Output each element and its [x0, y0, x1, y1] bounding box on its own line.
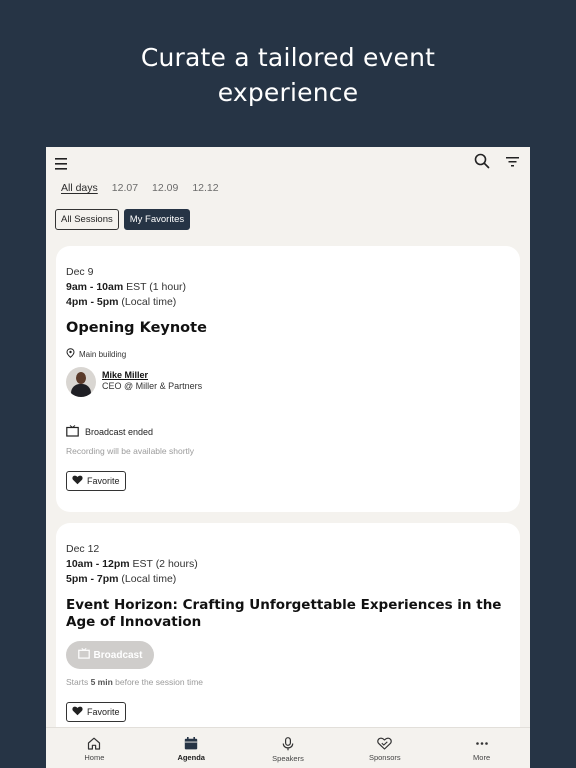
- session-title: Opening Keynote: [66, 320, 207, 336]
- session-location: Main building: [66, 348, 126, 360]
- starts-suffix: before the session time: [112, 677, 204, 687]
- tab-all-days[interactable]: All days: [61, 182, 98, 194]
- more-icon: [475, 737, 489, 750]
- broadcast-status-label: Broadcast ended: [85, 427, 154, 437]
- speaker-name[interactable]: Mike Miller: [102, 370, 202, 380]
- time-zone: EST (1 hour): [123, 281, 187, 293]
- microphone-icon: [282, 737, 294, 751]
- starts-minutes: 5 min: [90, 677, 113, 687]
- time-zone: (Local time): [118, 296, 177, 308]
- starts-prefix: Starts: [66, 677, 91, 687]
- time-range: 4pm - 5pm: [66, 296, 119, 308]
- favorite-button[interactable]: Favorite: [66, 471, 126, 491]
- tab-day-12-07[interactable]: 12.07: [112, 182, 138, 194]
- handshake-heart-icon: [377, 737, 393, 750]
- time-zone: (Local time): [118, 573, 177, 585]
- location-pin-icon: [66, 348, 75, 360]
- filter-icon[interactable]: [506, 155, 520, 167]
- starts-note: Starts 5 min before the session time: [66, 677, 203, 687]
- broadcast-button-label: Broadcast: [93, 649, 143, 661]
- location-label: Main building: [79, 349, 127, 359]
- session-title: Event Horizon: Crafting Unforgettable Ex…: [66, 597, 501, 631]
- nav-more-label: More: [473, 753, 491, 762]
- speaker-avatar[interactable]: [66, 367, 96, 397]
- nav-agenda-label: Agenda: [177, 753, 205, 762]
- all-sessions-button[interactable]: All Sessions: [55, 209, 119, 230]
- hamburger-menu-icon[interactable]: [55, 157, 69, 170]
- my-favorites-button[interactable]: My Favorites: [123, 209, 191, 230]
- session-time-est: 10am - 12pm EST (2 hours): [66, 558, 198, 570]
- nav-sponsors[interactable]: Sponsors: [336, 728, 433, 768]
- session-date: Dec 12: [66, 543, 100, 555]
- session-title-line-2: Age of Innovation: [66, 614, 202, 630]
- search-icon[interactable]: [474, 153, 490, 169]
- session-card[interactable]: Dec 9 9am - 10am EST (1 hour) 4pm - 5pm …: [56, 246, 520, 512]
- app-screen: All days 12.07 12.09 12.12 All Sessions …: [46, 147, 530, 768]
- time-range: 5pm - 7pm: [66, 573, 119, 585]
- calendar-icon: [184, 737, 198, 750]
- tab-day-12-09[interactable]: 12.09: [152, 182, 178, 194]
- tv-icon: [77, 648, 90, 662]
- speaker-block[interactable]: Mike Miller CEO @ Miller & Partners: [66, 367, 202, 397]
- heart-icon: [72, 706, 83, 718]
- tv-icon: [66, 425, 79, 439]
- hero-line-1: Curate a tailored event: [140, 43, 436, 72]
- nav-home-label: Home: [84, 753, 105, 762]
- nav-more[interactable]: More: [433, 728, 530, 768]
- nav-speakers-label: Speakers: [272, 754, 304, 763]
- nav-home[interactable]: Home: [46, 728, 143, 768]
- favorite-button[interactable]: Favorite: [66, 702, 126, 722]
- session-filters: All Sessions My Favorites: [55, 209, 191, 230]
- favorite-label: Favorite: [87, 707, 120, 717]
- broadcast-button[interactable]: Broadcast: [66, 641, 154, 669]
- day-tabs: All days 12.07 12.09 12.12: [61, 182, 219, 194]
- time-range: 9am - 10am: [66, 281, 124, 293]
- session-title-line-1: Event Horizon: Crafting Unforgettable Ex…: [66, 597, 502, 613]
- time-zone: EST (2 hours): [129, 558, 198, 570]
- hero-heading: Curate a tailored event experience: [0, 40, 576, 110]
- session-time-est: 9am - 10am EST (1 hour): [66, 281, 186, 293]
- session-date: Dec 9: [66, 266, 94, 278]
- tab-day-12-12[interactable]: 12.12: [192, 182, 218, 194]
- nav-speakers[interactable]: Speakers: [240, 728, 337, 768]
- bottom-navigation: Home Agenda Speakers Sponsors More: [46, 727, 530, 768]
- nav-sponsors-label: Sponsors: [368, 753, 401, 762]
- speaker-role: CEO @ Miller & Partners: [102, 381, 203, 391]
- time-range: 10am - 12pm: [66, 558, 130, 570]
- nav-agenda[interactable]: Agenda: [143, 728, 240, 768]
- recording-note: Recording will be available shortly: [66, 446, 195, 456]
- home-icon: [87, 737, 101, 750]
- favorite-label: Favorite: [87, 476, 120, 486]
- heart-icon: [72, 475, 83, 487]
- hero-line-2: experience: [217, 78, 359, 107]
- session-time-local: 4pm - 5pm (Local time): [66, 296, 176, 308]
- session-time-local: 5pm - 7pm (Local time): [66, 573, 176, 585]
- broadcast-status: Broadcast ended: [66, 425, 153, 439]
